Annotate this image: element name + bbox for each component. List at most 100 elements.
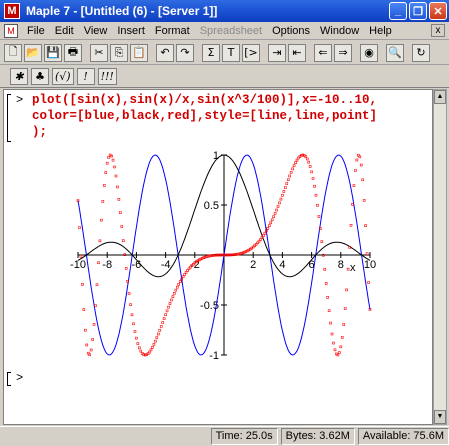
series-point: [365, 252, 369, 256]
menu-edit[interactable]: Edit: [50, 25, 79, 37]
close-button[interactable]: ✕: [429, 2, 447, 20]
x-tick-label: 10: [364, 259, 376, 271]
scroll-up-arrow-icon[interactable]: ▲: [434, 90, 446, 104]
series-point: [352, 184, 356, 187]
window-title: Maple 7 - [Untitled (6) - [Server 1]]: [26, 4, 218, 18]
series-point: [355, 158, 359, 162]
zoom-icon[interactable]: 🔍: [386, 43, 404, 62]
status-time: Time: 25.0s: [210, 428, 278, 445]
plot-output[interactable]: -10 -8 -6 -4 -2 2 4 6 8 10-1-0.50.51x: [64, 145, 384, 365]
series-point: [116, 185, 119, 189]
main-toolbar: 🗋 📂 💾 🖶 ✂ ⎘ 📋 ↶ ↷ Σ T [> ⇥ ⇤ ⇐ ⇒ ◉ 🔍 ↻: [0, 41, 449, 65]
series-point: [114, 174, 118, 178]
series-point: [289, 171, 293, 174]
title-bar[interactable]: M Maple 7 - [Untitled (6) - [Server 1]] …: [0, 0, 449, 22]
restart-icon[interactable]: ↻: [412, 43, 430, 62]
tool-a-icon[interactable]: ✱: [10, 68, 28, 85]
series-point: [351, 203, 354, 206]
execution-group-bracket[interactable]: [7, 94, 11, 142]
menu-view[interactable]: View: [79, 25, 113, 37]
series-point: [317, 215, 321, 218]
series-point: [158, 328, 162, 332]
menu-format[interactable]: Format: [150, 25, 195, 37]
sigma-icon[interactable]: Σ: [202, 43, 220, 62]
menu-window[interactable]: Window: [315, 25, 364, 37]
worksheet[interactable]: > plot([sin(x),sin(x)/x,sin(x^3/100)],x=…: [3, 89, 433, 425]
series-point: [177, 283, 181, 286]
series-point: [154, 339, 157, 343]
outdent-icon[interactable]: ⇤: [288, 43, 306, 62]
undo-icon[interactable]: ↶: [156, 43, 174, 62]
cut-icon[interactable]: ✂: [90, 43, 108, 62]
series-point: [152, 343, 156, 346]
menu-help[interactable]: Help: [364, 25, 397, 37]
code-line-2[interactable]: color=[blue,black,red],style=[line,line,…: [32, 109, 377, 123]
series-point: [136, 342, 140, 345]
document-menu-icon[interactable]: M: [4, 23, 18, 38]
menu-insert[interactable]: Insert: [112, 25, 150, 37]
series-point: [272, 215, 275, 219]
tool-e-icon[interactable]: !!!: [97, 68, 117, 85]
series-point: [139, 349, 143, 353]
series-point: [167, 305, 170, 309]
series-point: [330, 332, 334, 336]
menu-bar: M File Edit View Insert Format Spreadsheet Opt…: [0, 22, 449, 40]
copy-icon[interactable]: ⎘: [110, 43, 128, 62]
indent-icon[interactable]: ⇥: [268, 43, 286, 62]
empty-group-bracket[interactable]: [7, 372, 11, 386]
series-point: [133, 330, 137, 333]
open-icon[interactable]: 📂: [24, 43, 42, 62]
forward-icon[interactable]: ⇒: [334, 43, 352, 62]
prompt-icon[interactable]: [>: [242, 43, 260, 62]
series-point: [124, 267, 128, 270]
series-point: [78, 226, 81, 229]
menu-file[interactable]: File: [22, 25, 50, 37]
new-icon[interactable]: 🗋: [4, 43, 22, 62]
series-point: [314, 193, 318, 197]
text-icon[interactable]: T: [222, 43, 240, 62]
code-line-1[interactable]: plot([sin(x),sin(x)/x,sin(x^3/100)],x=-1…: [32, 93, 377, 107]
redo-icon[interactable]: ↷: [176, 43, 194, 62]
series-point: [164, 313, 167, 317]
series-point: [159, 325, 163, 328]
code-line-3[interactable]: );: [32, 125, 47, 139]
series-point: [107, 156, 110, 159]
series-point: [342, 323, 346, 326]
series-point: [262, 234, 265, 237]
series-point: [281, 193, 284, 197]
series-point: [104, 171, 108, 174]
maximize-button[interactable]: ❐: [409, 2, 427, 20]
series-point: [284, 186, 287, 189]
tool-c-icon[interactable]: (√): [52, 68, 74, 85]
window-controls: _ ❐ ✕: [389, 2, 447, 20]
document-close-button[interactable]: x: [431, 24, 445, 37]
series-point: [175, 285, 179, 289]
series-point: [340, 336, 344, 339]
scroll-down-arrow-icon[interactable]: ▼: [434, 410, 446, 424]
minimize-button[interactable]: _: [389, 2, 407, 20]
y-tick-label: -1: [209, 350, 219, 362]
maple-app-icon[interactable]: M: [4, 3, 20, 19]
input-prompt: >: [16, 93, 24, 107]
tool-b-icon[interactable]: ♣: [31, 68, 49, 85]
vertical-scrollbar[interactable]: ▲ ▼: [433, 89, 447, 425]
series-point: [308, 165, 312, 168]
stop-icon[interactable]: ◉: [360, 43, 378, 62]
context-toolbar: ✱ ♣ (√)!!!!: [0, 66, 449, 88]
empty-input-prompt[interactable]: >: [16, 371, 23, 385]
series-point: [100, 218, 103, 222]
series-point: [323, 268, 327, 271]
series-point: [311, 177, 315, 180]
save-icon[interactable]: 💾: [44, 43, 62, 62]
series-point: [161, 321, 164, 324]
series-point: [286, 178, 290, 182]
menu-spreadsheet[interactable]: Spreadsheet: [195, 25, 267, 37]
menu-options[interactable]: Options: [267, 25, 315, 37]
print-icon[interactable]: 🖶: [64, 43, 82, 62]
series-point: [319, 227, 322, 230]
paste-icon[interactable]: 📋: [130, 43, 148, 62]
series-point: [155, 336, 159, 339]
series-point: [288, 174, 291, 178]
tool-d-icon[interactable]: !: [76, 68, 95, 85]
back-icon[interactable]: ⇐: [314, 43, 332, 62]
